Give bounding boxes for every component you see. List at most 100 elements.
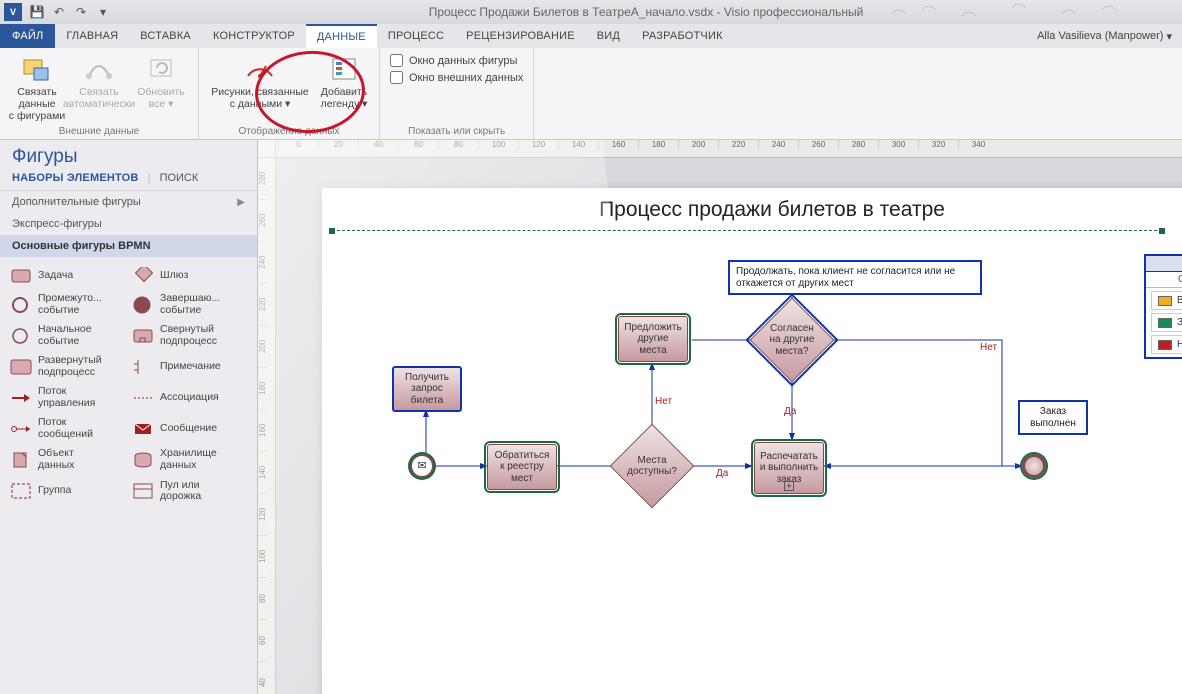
stencil-item[interactable]: Сообщение [126,413,248,444]
note-order-done[interactable]: Заказ выполнен [1018,400,1088,435]
tab-review[interactable]: РЕЦЕНЗИРОВАНИЕ [455,24,586,48]
stencil-item[interactable]: Поток управления [4,382,126,413]
task-print-fulfill[interactable]: Распечатать и выполнить заказ+ [754,442,824,494]
ribbon-group-data-display: Рисунки, связанные с данными ▾ Добавить … [199,48,380,139]
shape-icon [132,451,154,469]
flow-label-yes-2: Да [784,406,796,417]
ruler-corner [258,140,276,158]
ribbon: Связать данные с фигурами Связать автома… [0,48,1182,140]
window-title: Процесс Продажи Билетов в ТеатреА_начало… [114,5,1178,19]
task-check-registry[interactable]: Обратиться к реестру мест [487,444,557,490]
tab-design[interactable]: КОНСТРУКТОР [202,24,306,48]
link-data-to-shapes-button[interactable]: Связать данные с фигурами [6,52,68,124]
annotation-loop[interactable]: Продолжать, пока клиент не согласится ил… [728,260,982,295]
stencil-item[interactable]: Шлюз [126,263,248,289]
subprocess-marker-icon: + [784,481,794,491]
shape-icon [10,358,32,376]
shape-icon [132,267,154,285]
app-icon: V [4,3,22,21]
task-offer-other-seats[interactable]: Предложить другие места [618,316,688,362]
shape-icon [10,389,32,407]
shapes-panel-tabs: НАБОРЫ ЭЛЕМЕНТОВ | ПОИСК [0,170,257,191]
flow-label-no-2: Нет [980,342,997,353]
stencil-item[interactable]: Задача [4,263,126,289]
tab-home[interactable]: ГЛАВНАЯ [55,24,129,48]
legend-sub: Состояние [1146,272,1182,288]
link-auto-button[interactable]: Связать автоматически [68,52,130,124]
stencil-item[interactable]: Группа [4,476,126,507]
tab-view[interactable]: ВИД [586,24,631,48]
shape-icon [132,358,154,376]
workspace: Фигуры НАБОРЫ ЭЛЕМЕНТОВ | ПОИСК Дополнит… [0,140,1182,694]
legend-row: Выполнятся [1151,291,1182,310]
flow-label-yes-1: Да [716,468,728,479]
qat-customize-icon[interactable]: ▾ [92,2,114,22]
flow-label-no: Нет [655,396,672,407]
shapes-panel-title: Фигуры [0,140,257,170]
shape-icon [10,420,32,438]
legend-title: Легенда [1146,256,1182,272]
user-account[interactable]: Alla Vasilieva (Manpower) ▾ [1027,24,1182,48]
quick-shapes-link[interactable]: Экспресс-фигуры [0,213,257,235]
ribbon-group-show-hide: Окно данных фигуры Окно внешних данных П… [380,48,534,139]
more-shapes-link[interactable]: Дополнительные фигуры▶ [0,191,257,213]
ruler-horizontal: 0204060801001201401601802002202402602803… [276,140,1182,158]
shape-icon [132,482,154,500]
group-label-external-data: Внешние данные [59,124,139,137]
undo-icon[interactable]: ↶ [48,2,70,22]
add-legend-button[interactable]: Добавить легенду ▾ [315,52,373,124]
end-event[interactable] [1022,454,1046,478]
legend-box[interactable]: Легенда Состояние Выполнятся Завершена Не … [1144,254,1182,359]
stencil-item[interactable]: Примечание [126,351,248,382]
task-receive-request[interactable]: Получить запрос билета [392,366,462,412]
data-graphics-button[interactable]: Рисунки, связанные с данными ▾ [205,52,315,124]
shape-icon [10,267,32,285]
stencil-item[interactable]: Поток сообщений [4,413,126,444]
shapes-tab-search[interactable]: ПОИСК [160,172,199,184]
canvas-area[interactable]: 0204060801001201401601802002202402602803… [258,140,1182,694]
gateway-accepts-other[interactable]: Согласен на другие места? [762,310,822,370]
shapes-tab-sets[interactable]: НАБОРЫ ЭЛЕМЕНТОВ [12,172,139,184]
tab-process[interactable]: ПРОЦЕСС [377,24,455,48]
active-stencil[interactable]: Основные фигуры BPMN [0,235,257,257]
gateway-seats-available[interactable]: Места доступны? [622,436,682,496]
tab-insert[interactable]: ВСТАВКА [129,24,202,48]
stencil-item[interactable]: Начальное событие [4,320,126,351]
shape-icon [10,296,32,314]
refresh-all-button[interactable]: Обновить все ▾ [130,52,192,124]
tab-developer[interactable]: РАЗРАБОТЧИК [631,24,734,48]
shape-icon [132,327,154,345]
ribbon-tabs: ФАЙЛ ГЛАВНАЯ ВСТАВКА КОНСТРУКТОР ДАННЫЕ … [0,24,1182,48]
tab-data[interactable]: ДАННЫЕ [306,24,377,48]
shape-icon [10,327,32,345]
ruler-vertical: 280260240220200180160140120100806040 [258,158,276,694]
stencil-items: ЗадачаШлюзПромежуто... событиеЗавершаю..… [0,257,257,513]
stencil-item[interactable]: Пул или дорожка [126,476,248,507]
ribbon-group-external-data: Связать данные с фигурами Связать автома… [0,48,199,139]
shape-data-window-checkbox[interactable]: Окно данных фигуры [386,52,527,69]
shape-icon [10,451,32,469]
start-event[interactable]: ✉ [410,454,434,478]
stencil-item[interactable]: Объект данных [4,444,126,475]
external-data-window-checkbox[interactable]: Окно внешних данных [386,69,527,86]
stencil-item[interactable]: Свернутый подпроцесс [126,320,248,351]
save-icon[interactable]: 💾 [26,2,48,22]
stencil-item[interactable]: Промежуто... событие [4,289,126,320]
shape-icon [10,482,32,500]
drawing-page[interactable]: Процесс продажи билетов в театре [322,188,1182,694]
shape-icon [132,389,154,407]
legend-row: Не начата [1151,335,1182,354]
stencil-item[interactable]: Развернутый подпроцесс [4,351,126,382]
redo-icon[interactable]: ↷ [70,2,92,22]
shape-icon [132,296,154,314]
selection-guide [332,230,1162,231]
diagram-title[interactable]: Процесс продажи билетов в театре [322,188,1182,222]
stencil-item[interactable]: Ассоциация [126,382,248,413]
shape-icon [132,420,154,438]
shapes-panel: Фигуры НАБОРЫ ЭЛЕМЕНТОВ | ПОИСК Дополнит… [0,140,258,694]
legend-row: Завершена [1151,313,1182,332]
stencil-item[interactable]: Завершаю... событие [126,289,248,320]
stencil-item[interactable]: Хранилище данных [126,444,248,475]
tab-file[interactable]: ФАЙЛ [0,24,55,48]
group-label-data-display: Отображение данных [239,124,340,137]
